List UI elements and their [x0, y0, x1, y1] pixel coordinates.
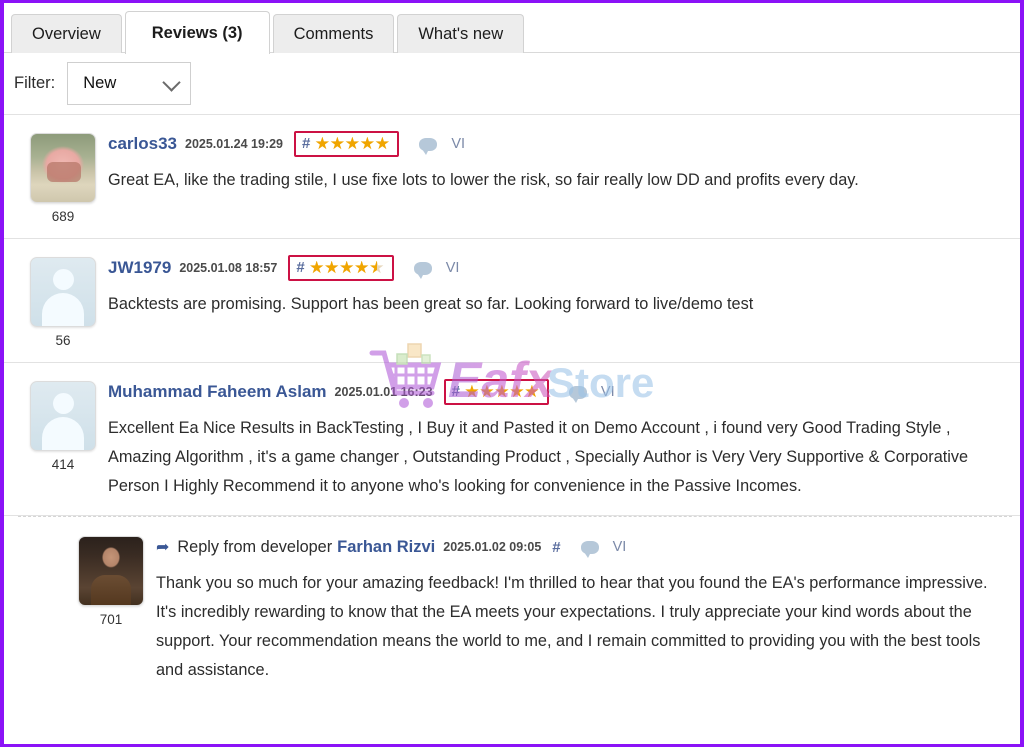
review-username[interactable]: Muhammad Faheem Aslam	[108, 382, 327, 402]
star-rating	[309, 260, 385, 275]
lang-tag[interactable]: VI	[613, 539, 627, 555]
star-icon	[495, 384, 509, 398]
speech-bubble-icon[interactable]	[413, 261, 432, 279]
review-meta: carlos33 2025.01.24 19:29 # VI	[108, 131, 1008, 157]
reply-text: Thank you so much for your amazing feedb…	[156, 574, 988, 679]
star-icon	[465, 384, 479, 398]
avatar-count: 701	[99, 612, 123, 627]
review-body: JW1979 2025.01.08 18:57 # VI Backtests a…	[108, 253, 1008, 348]
star-icon	[360, 136, 375, 150]
avatar[interactable]	[78, 536, 144, 606]
avatar[interactable]	[30, 257, 96, 327]
avatar-count: 689	[51, 209, 75, 224]
developer-name[interactable]: Farhan Rizvi	[337, 538, 435, 557]
review-meta: Muhammad Faheem Aslam 2025.01.01 16:23 #…	[108, 379, 1008, 405]
filter-select-value: New	[83, 74, 117, 92]
tab-whats-new[interactable]: What's new	[397, 14, 525, 53]
reviews-page: Overview Reviews (3) Comments What's new…	[0, 0, 1024, 747]
lang-tag[interactable]: VI	[451, 136, 465, 152]
filter-select[interactable]: New	[67, 62, 192, 105]
review-text: Backtests are promising. Support has bee…	[108, 295, 754, 313]
avatar-column: 701	[66, 532, 156, 685]
star-rating	[465, 384, 540, 399]
star-icon	[309, 260, 324, 274]
permalink-hash-icon[interactable]: #	[296, 259, 304, 276]
rating-highlight-box: #	[294, 131, 400, 157]
filter-bar: Filter: New	[4, 53, 1020, 115]
avatar-column: 414	[18, 377, 108, 501]
star-icon	[510, 384, 524, 398]
review-body: Muhammad Faheem Aslam 2025.01.01 16:23 #…	[108, 377, 1008, 501]
speech-bubble-icon[interactable]	[419, 137, 438, 155]
avatar-count: 56	[55, 333, 71, 348]
lang-tag[interactable]: VI	[601, 384, 615, 400]
star-icon	[525, 384, 539, 398]
speech-bubble-icon[interactable]	[568, 385, 587, 403]
review-text: Great EA, like the trading stile, I use …	[108, 171, 859, 189]
review-timestamp: 2025.01.08 18:57	[179, 261, 278, 275]
star-half-icon	[369, 260, 384, 274]
permalink-hash-icon[interactable]: #	[302, 135, 310, 152]
star-icon	[339, 260, 354, 274]
star-icon	[324, 260, 339, 274]
tab-overview[interactable]: Overview	[11, 14, 122, 53]
review-username[interactable]: JW1979	[108, 258, 171, 278]
star-icon	[315, 136, 330, 150]
review-item: 56 JW1979 2025.01.08 18:57 # VI Backtest…	[4, 239, 1020, 363]
lang-tag[interactable]: VI	[446, 260, 460, 276]
star-icon	[345, 136, 360, 150]
rating-highlight-box: #	[288, 255, 394, 281]
chevron-down-icon	[162, 72, 181, 92]
reply-meta: ➦ Reply from developer Farhan Rizvi 2025…	[156, 534, 1008, 560]
filter-label: Filter:	[14, 74, 56, 92]
reply-body: ➦ Reply from developer Farhan Rizvi 2025…	[156, 532, 1008, 685]
review-item: 414 Muhammad Faheem Aslam 2025.01.01 16:…	[4, 363, 1020, 516]
reply-timestamp: 2025.01.02 09:05	[443, 540, 542, 554]
review-timestamp: 2025.01.24 19:29	[185, 137, 284, 151]
reply-arrow-icon: ➦	[156, 539, 170, 556]
avatar[interactable]	[30, 133, 96, 203]
tab-bar: Overview Reviews (3) Comments What's new	[4, 3, 1020, 54]
star-icon	[354, 260, 369, 274]
avatar-count: 414	[51, 457, 75, 472]
review-body: carlos33 2025.01.24 19:29 # VI Great EA,…	[108, 129, 1008, 224]
permalink-hash-icon[interactable]: #	[552, 539, 560, 556]
review-item: 689 carlos33 2025.01.24 19:29 # VI Great…	[4, 115, 1020, 239]
avatar[interactable]	[30, 381, 96, 451]
review-text: Excellent Ea Nice Results in BackTesting…	[108, 419, 969, 495]
star-rating	[315, 136, 390, 151]
review-timestamp: 2025.01.01 16:23	[334, 385, 433, 399]
reply-prefix: Reply from developer	[177, 537, 333, 556]
permalink-hash-icon[interactable]: #	[452, 383, 460, 400]
star-icon	[375, 136, 390, 150]
tab-reviews[interactable]: Reviews (3)	[124, 11, 270, 54]
tab-comments[interactable]: Comments	[272, 14, 395, 53]
review-meta: JW1979 2025.01.08 18:57 # VI	[108, 255, 1008, 281]
rating-highlight-box: #	[443, 379, 549, 405]
review-username[interactable]: carlos33	[108, 134, 177, 154]
avatar-column: 56	[18, 253, 108, 348]
developer-reply: 701 ➦ Reply from developer Farhan Rizvi …	[4, 516, 1020, 697]
avatar-column: 689	[18, 129, 108, 224]
star-icon	[330, 136, 345, 150]
star-icon	[480, 384, 494, 398]
speech-bubble-icon[interactable]	[580, 540, 599, 558]
